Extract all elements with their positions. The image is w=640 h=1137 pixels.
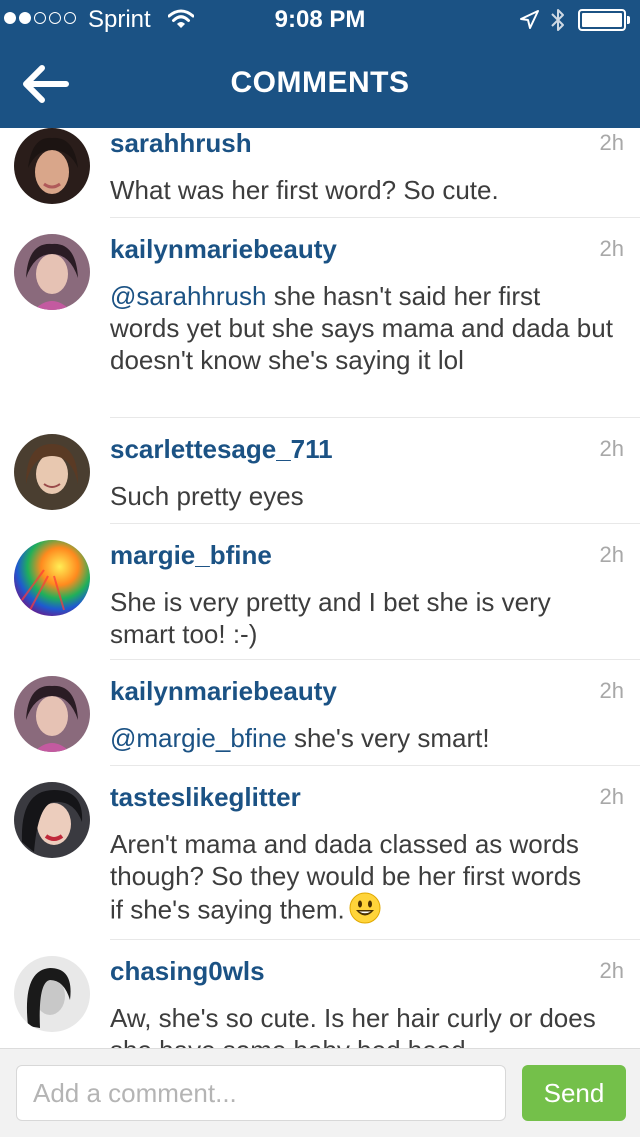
comment-username[interactable]: kailynmariebeauty [110,676,337,707]
comment-time: 2h [599,784,624,809]
header-bar: Sprint 9:08 PM COMMENTS [0,0,640,128]
status-bar: Sprint 9:08 PM [0,0,640,40]
comment-time: 2h [599,542,624,567]
comment-text: @sarahhrush she hasn't said her first wo… [110,280,616,376]
comment-body: Aw, she's so cute. Is her hair curly or … [110,1003,596,1048]
avatar[interactable] [14,234,90,310]
comment-body: She is very pretty and I bet she is very… [110,587,551,649]
comment-time: 2h [599,678,624,703]
avatar[interactable] [14,782,90,858]
bluetooth-icon [549,6,567,39]
comment-body: What was her first word? So cute. [110,175,499,205]
comment-item: sarahhrush 2h What was her first word? S… [0,128,640,218]
comment-item: tasteslikeglitter 2h Aren't mama and dad… [0,766,640,940]
comment-username[interactable]: sarahhrush [110,128,252,159]
comment-item: chasing0wls 2h Aw, she's so cute. Is her… [0,940,640,1048]
comment-time: 2h [599,236,624,261]
battery-icon [578,9,630,31]
comment-username[interactable]: chasing0wls [110,956,265,987]
comment-composer: Send [0,1048,640,1137]
page-title: COMMENTS [230,66,410,99]
avatar[interactable] [14,540,90,616]
avatar[interactable] [14,128,90,204]
comment-text: Aw, she's so cute. Is her hair curly or … [110,1002,616,1048]
comment-time: 2h [599,436,624,461]
comment-item: kailynmariebeauty 2h @sarahhrush she has… [0,218,640,418]
comment-time: 2h [599,958,624,983]
status-time: 9:08 PM [274,6,366,33]
comment-item: kailynmariebeauty 2h @margie_bfine she's… [0,660,640,766]
comment-username[interactable]: scarlettesage_711 [110,434,333,465]
smiley-emoji-icon [349,892,381,931]
comment-text: Such pretty eyes [110,480,616,512]
mention-link[interactable]: @margie_bfine [110,723,287,753]
comment-time: 2h [599,130,624,155]
comment-item: margie_bfine 2h She is very pretty and I… [0,524,640,660]
avatar[interactable] [14,956,90,1032]
comment-input[interactable] [16,1065,506,1121]
avatar[interactable] [14,434,90,510]
send-button[interactable]: Send [522,1065,626,1121]
avatar[interactable] [14,676,90,752]
comment-username[interactable]: tasteslikeglitter [110,782,301,813]
mention-link[interactable]: @sarahhrush [110,281,266,311]
comment-item: scarlettesage_711 2h Such pretty eyes [0,418,640,524]
comment-body: Such pretty eyes [110,481,304,511]
comment-text: What was her first word? So cute. [110,174,616,206]
comment-username[interactable]: margie_bfine [110,540,272,571]
location-icon [519,9,539,36]
comment-body: she's very smart! [286,723,490,753]
comment-text: Aren't mama and dada classed as words th… [110,828,590,931]
comment-list[interactable]: sarahhrush 2h What was her first word? S… [0,128,640,1048]
comment-text: She is very pretty and I bet she is very… [110,586,616,650]
comment-text: @margie_bfine she's very smart! [110,722,616,754]
comment-username[interactable]: kailynmariebeauty [110,234,337,265]
comment-body: Aren't mama and dada classed as words th… [110,829,582,925]
